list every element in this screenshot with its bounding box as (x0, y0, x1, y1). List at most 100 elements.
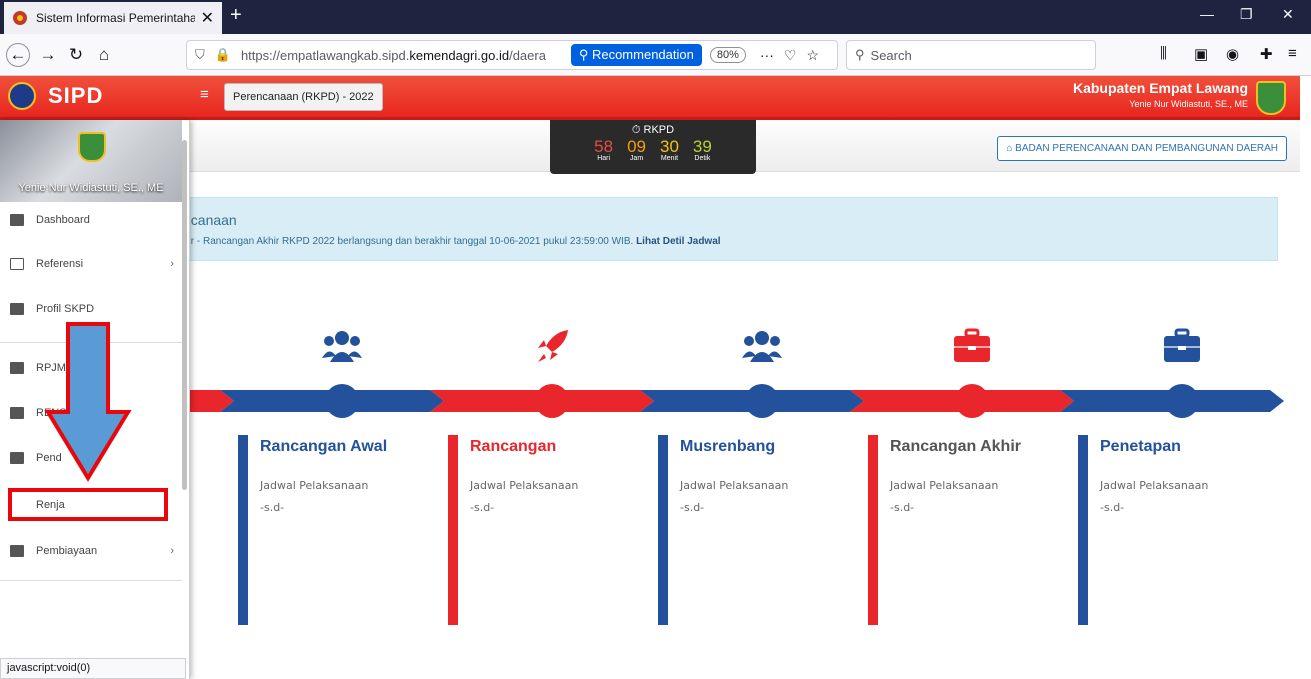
page-actions-icon[interactable]: ··· (760, 47, 774, 63)
sidebar: Yenie Nur Widiastuti, SE., ME Dashboard … (0, 120, 190, 679)
timer-value: 09 (627, 137, 646, 156)
extensions-icon[interactable]: ✚ (1260, 45, 1273, 63)
menu-icon[interactable]: ≡ (1288, 45, 1297, 62)
timer-unit: 30 Menit (660, 138, 679, 162)
alert-heading: ncanaan (183, 212, 237, 228)
timer-digits: 58 Hari 09 Jam 30 Menit 39 Detik (550, 138, 756, 162)
site-favicon-icon (12, 10, 28, 26)
stage-timeline: Rancangan Awal Jadwal Pelaksanaan -s.d- Ran… (190, 280, 1300, 640)
sidebar-item-referensi[interactable]: Referensi › (10, 252, 178, 276)
hamburger-menu-icon[interactable]: ≡ (200, 86, 209, 103)
sidebar-item-pembiayaan[interactable]: Pembiayaan › (10, 539, 178, 563)
timer-value: 58 (594, 137, 614, 156)
timer-label: Hari (597, 155, 611, 162)
timer-unit: 58 Hari (594, 138, 613, 162)
home-icon: ⌂ (1006, 143, 1013, 154)
reload-icon[interactable]: ↻ (64, 43, 88, 67)
back-icon[interactable]: ← (6, 43, 30, 67)
stage-schedule-label: Jadwal Pelaksanaan (680, 479, 789, 492)
alert-body: hir - Rancangan Akhir RKPD 2022 berlangs… (183, 236, 721, 247)
book-icon (10, 407, 24, 419)
stage-schedule-label: Jadwal Pelaksanaan (890, 479, 999, 492)
users-icon (322, 331, 362, 362)
sidebar-scrollbar[interactable] (182, 140, 187, 490)
briefcase-icon (954, 328, 990, 362)
restore-icon[interactable]: ❐ (1240, 6, 1253, 23)
region-info: Kabupaten Empat Lawang Yenie Nur Widiast… (1073, 80, 1248, 109)
stage-title: Penetapan (1100, 438, 1181, 455)
stage-bar (658, 435, 668, 625)
browser-tab[interactable]: Sistem Informasi Pemerintahan ✕ (4, 2, 222, 34)
timeline-node (535, 384, 569, 418)
new-tab-icon[interactable]: + (230, 4, 242, 27)
timeline-node (325, 384, 359, 418)
timer-label: Detik (694, 155, 711, 162)
stage-bar (1078, 435, 1088, 625)
timeline-node (955, 384, 989, 418)
sidebar-item-profil-skpd[interactable]: Profil SKPD (10, 297, 178, 321)
down-arrow-annotation (44, 322, 132, 482)
sidebar-toggle-icon[interactable]: ▣ (1194, 45, 1208, 63)
app-logo[interactable]: SIPD (8, 82, 103, 110)
timer-value: 30 (660, 137, 679, 156)
bookmark-star-icon[interactable]: ☆ (806, 47, 819, 64)
app-header: SIPD ≡ Perencanaan (RKPD) - 2022 Kabupat… (0, 76, 1300, 120)
sidebar-divider (0, 580, 182, 581)
sidebar-item-dashboard[interactable]: Dashboard (10, 208, 178, 232)
timeline-arrows (190, 328, 1284, 418)
countdown-timer: ⏱ RKPD 58 Hari 09 Jam 30 Menit 39 Detik (550, 120, 756, 174)
clone-icon (10, 258, 24, 270)
home-icon[interactable]: ⌂ (92, 43, 116, 67)
stage-title: Rancangan Akhir (890, 438, 1021, 455)
timer-value: 39 (692, 137, 712, 156)
list-icon (10, 452, 24, 464)
zoom-level[interactable]: 80% (709, 47, 746, 63)
forward-icon[interactable]: → (36, 43, 60, 67)
close-window-icon[interactable]: ✕ (1282, 6, 1294, 23)
book-icon (10, 362, 24, 374)
stage-schedule-value: -s.d- (260, 501, 285, 514)
timer-unit: 09 Jam (627, 138, 646, 162)
agency-button[interactable]: ⌂ BADAN PERENCANAAN DAN PEMBANGUNAN DAER… (997, 136, 1287, 161)
shield-icon[interactable]: ⛉ (195, 47, 205, 63)
recommendation-button[interactable]: ⚲ Recommendation (570, 44, 702, 66)
search-icon: ⚲ (855, 47, 865, 62)
chevron-right-icon: › (170, 545, 174, 557)
url-text: https://empatlawangkab.sipd.kemendagri.g… (240, 47, 546, 63)
stage-bar (238, 435, 248, 625)
account-icon[interactable]: ◉ (1226, 45, 1239, 63)
schedule-alert: ncanaan hir - Rancangan Akhir RKPD 2022 … (170, 197, 1278, 261)
timer-title: ⏱ RKPD (631, 124, 675, 136)
close-tab-icon[interactable]: ✕ (201, 8, 214, 28)
dashboard-icon (10, 214, 24, 226)
pocket-icon[interactable]: ♡ (784, 47, 797, 64)
stage-schedule-value: -s.d- (1100, 501, 1125, 514)
stage-bar (448, 435, 458, 625)
region-crest-icon[interactable] (1256, 81, 1286, 115)
status-bar: javascript:void(0) (0, 658, 186, 679)
stage-title: Rancangan (470, 438, 557, 455)
stage-schedule-value: -s.d- (680, 501, 705, 514)
rocket-icon (538, 330, 568, 362)
stage-schedule-label: Jadwal Pelaksanaan (260, 479, 369, 492)
minimize-icon[interactable]: — (1200, 6, 1214, 22)
search-input[interactable]: ⚲ Search (846, 40, 1096, 70)
url-bar[interactable]: ⛉ 🔒 https://empatlawangkab.sipd.kemendag… (186, 40, 838, 70)
breadcrumb[interactable]: Perencanaan (RKPD) - 2022 (224, 83, 383, 111)
stage-schedule-value: -s.d- (890, 501, 915, 514)
lock-icon: 🔒 (214, 47, 231, 62)
search-placeholder: Search (870, 47, 912, 63)
calculator-icon (10, 545, 24, 557)
highlight-box (8, 488, 168, 521)
stage-title: Musrenbang (680, 438, 776, 455)
schedule-detail-link[interactable]: Lihat Detil Jadwal (636, 236, 720, 247)
stage-bar (868, 435, 878, 625)
users-icon (742, 331, 782, 362)
timeline-node (1165, 384, 1199, 418)
library-icon[interactable]: ⫼ (1160, 45, 1167, 62)
timer-unit: 39 Detik (693, 138, 712, 162)
region-name: Kabupaten Empat Lawang (1072, 80, 1248, 96)
chevron-right-icon: › (170, 258, 174, 270)
tab-title: Sistem Informasi Pemerintahan (36, 11, 195, 25)
stage-title: Rancangan Awal (260, 438, 388, 455)
